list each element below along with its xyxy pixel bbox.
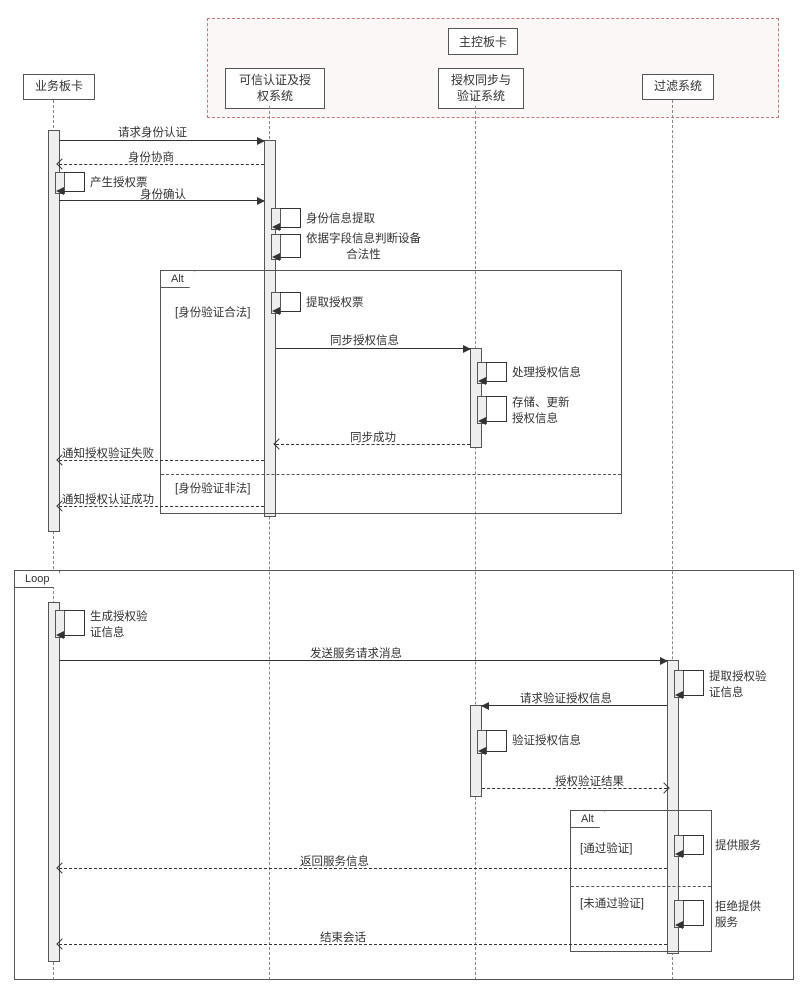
frag-alt1-g2: [身份验证非法] — [175, 480, 250, 496]
self-s2 — [280, 208, 301, 228]
self-s10 — [683, 835, 704, 855]
lbl-m11: 返回服务信息 — [300, 853, 369, 869]
self-s4 — [280, 292, 301, 312]
lbl-s3: 依据字段信息判断设备 合法性 — [306, 230, 421, 262]
lifeline-filter: 过滤系统 — [642, 74, 714, 100]
msg-sync-info — [276, 348, 470, 349]
self-s3 — [280, 234, 301, 258]
lbl-s5: 处理授权信息 — [512, 364, 581, 380]
lbl-s2: 身份信息提取 — [306, 210, 375, 226]
lbl-m8: 发送服务请求消息 — [310, 645, 402, 661]
lbl-m9: 请求验证授权信息 — [520, 690, 612, 706]
frag-alt2: Alt — [570, 810, 712, 952]
lbl-m12: 结束会话 — [320, 929, 366, 945]
self-s5 — [486, 362, 507, 382]
msg-request-auth — [59, 140, 264, 141]
frag-alt2-g2: [未通过验证] — [580, 895, 644, 911]
lbl-m7: 通知授权认证成功 — [62, 491, 154, 507]
main-board-title: 主控板卡 — [448, 28, 518, 55]
self-s6 — [486, 396, 507, 422]
lbl-m4: 同步授权信息 — [330, 332, 399, 348]
lbl-s1: 产生授权票 — [90, 174, 148, 190]
lbl-m1: 请求身份认证 — [118, 124, 187, 140]
lbl-s11: 拒绝提供 服务 — [715, 898, 761, 930]
lbl-s10: 提供服务 — [715, 837, 761, 853]
self-s11 — [683, 900, 704, 926]
self-s1 — [64, 172, 85, 192]
frag-alt2-tag: Alt — [570, 810, 605, 828]
lbl-s6: 存储、更新 授权信息 — [512, 394, 570, 426]
self-s8 — [683, 670, 704, 696]
frag-alt1-div — [161, 474, 621, 475]
lbl-s9: 验证授权信息 — [512, 732, 581, 748]
lifeline-biz: 业务板卡 — [23, 74, 95, 100]
lifeline-auth: 可信认证及授 权系统 — [225, 68, 325, 109]
frag-alt1-g1: [身份验证合法] — [175, 304, 250, 320]
lbl-m3: 身份确认 — [140, 186, 186, 202]
frag-alt2-g1: [通过验证] — [580, 840, 632, 856]
lifeline-sync: 授权同步与 验证系统 — [438, 68, 524, 109]
frag-alt1-tag: Alt — [160, 270, 195, 288]
lbl-s4: 提取授权票 — [306, 294, 364, 310]
lbl-m10: 授权验证结果 — [555, 773, 624, 789]
lbl-m5: 同步成功 — [350, 429, 396, 445]
frag-loop-tag: Loop — [14, 570, 60, 588]
lbl-s8: 提取授权验 证信息 — [709, 668, 767, 700]
lbl-m2: 身份协商 — [128, 149, 174, 165]
frag-alt2-div — [571, 886, 711, 887]
self-s9 — [486, 730, 507, 752]
self-s7 — [64, 610, 85, 636]
lbl-s7: 生成授权验 证信息 — [90, 608, 148, 640]
lbl-m6: 通知授权验证失败 — [62, 445, 154, 461]
